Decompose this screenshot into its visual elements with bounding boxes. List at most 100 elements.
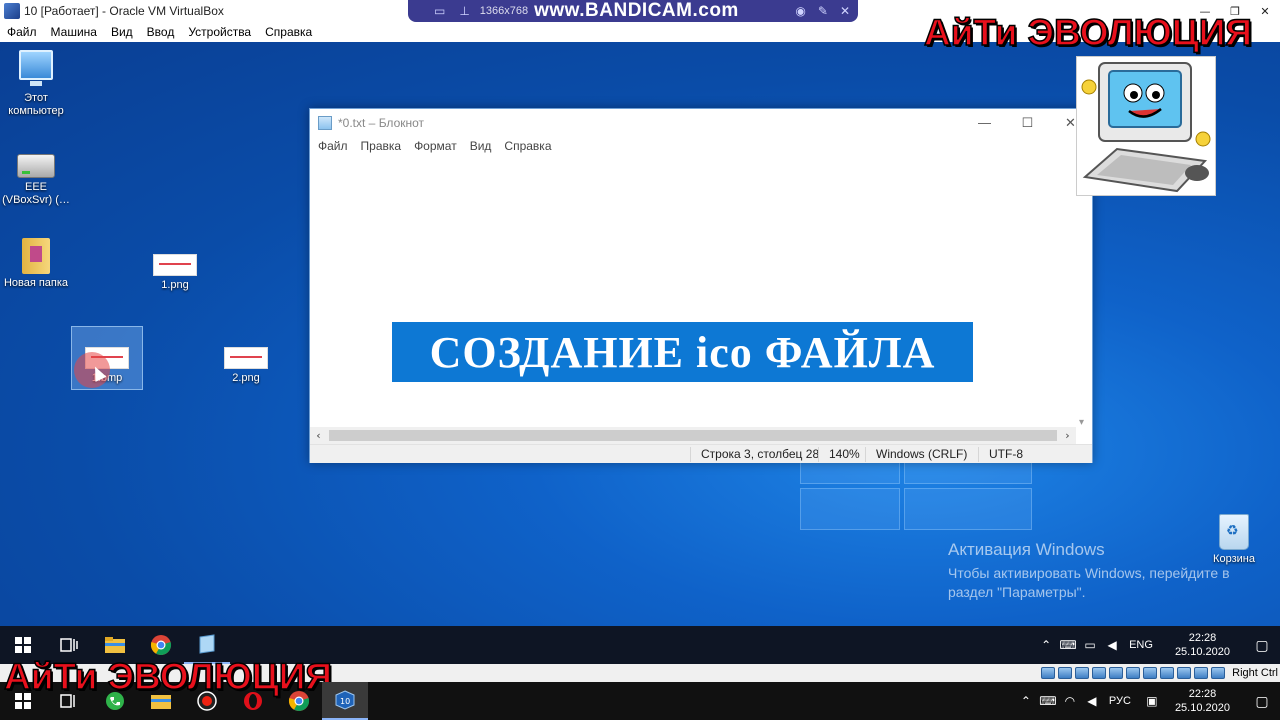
volume-icon[interactable]: ◀ <box>1101 638 1123 652</box>
notepad-titlebar[interactable]: *0.txt – Блокнот — ☐ ✕ <box>310 109 1092 136</box>
svg-text:10: 10 <box>340 697 350 706</box>
pencil-icon[interactable]: ✎ <box>818 4 828 18</box>
activation-text: Чтобы активировать Windows, перейдите в … <box>948 565 1230 600</box>
vbox-menu-help[interactable]: Справка <box>258 25 319 39</box>
vbox-menu-devices[interactable]: Устройства <box>181 25 258 39</box>
channel-brand-top: АйТи ЭВОЛЮЦИЯ <box>923 11 1253 54</box>
host-taskbar-task-view[interactable] <box>46 682 92 720</box>
camera-icon[interactable]: ◉ <box>795 4 805 18</box>
screen-icon[interactable]: ▭ <box>434 4 445 18</box>
optical-drive-status-icon[interactable] <box>1058 667 1073 679</box>
clock-time: 22:28 <box>1188 632 1217 644</box>
vbox-menu-view[interactable]: Вид <box>104 25 140 39</box>
show-hidden-icons-icon[interactable]: ⌃ <box>1015 694 1037 708</box>
close-icon[interactable]: ✕ <box>840 4 850 18</box>
status-zoom: 140% <box>818 447 860 462</box>
display-status-icon[interactable] <box>1143 667 1158 679</box>
image-file-icon <box>153 254 197 276</box>
status-encoding: UTF-8 <box>978 447 1023 462</box>
virtualbox-icon: 10 <box>335 690 355 710</box>
status-cursor-position: Строка 3, столбец 28 <box>690 447 819 462</box>
vbox-menu-file[interactable]: Файл <box>0 25 44 39</box>
host-input-language-indicator[interactable]: РУС <box>1109 695 1131 707</box>
desktop-icon-new-folder[interactable]: Новая папка <box>0 238 72 290</box>
notepad-statusbar: Строка 3, столбец 28 140% Windows (CRLF)… <box>310 444 1092 463</box>
vbox-menu-input[interactable]: Ввод <box>140 25 182 39</box>
notepad-menubar: Файл Правка Формат Вид Справка <box>310 136 1092 156</box>
close-button[interactable]: ✕ <box>1250 0 1280 22</box>
host-start-button[interactable] <box>0 682 46 720</box>
vbox-menu-machine[interactable]: Машина <box>44 25 104 39</box>
host-taskbar-virtualbox[interactable]: 10 <box>322 682 368 720</box>
virtualbox-icon <box>4 3 20 19</box>
host-key-label: Right Ctrl <box>1232 667 1278 679</box>
vbox-window-title: 10 [Работает] - Oracle VM VirtualBox <box>24 4 224 18</box>
notepad-maximize-button[interactable]: ☐ <box>1006 115 1049 131</box>
recording-status-icon[interactable] <box>1160 667 1175 679</box>
network-status-icon[interactable] <box>1092 667 1107 679</box>
input-language-indicator[interactable]: ENG <box>1129 639 1153 651</box>
mouse-integration-status-icon[interactable] <box>1194 667 1209 679</box>
desktop-icon-this-pc[interactable]: Этот компьютер <box>0 50 72 118</box>
notepad-content-heading: СОЗДАНИЕ ico ФАЙЛА <box>429 327 936 377</box>
network-drive-icon <box>17 154 55 178</box>
volume-icon[interactable]: ◀ <box>1081 694 1103 708</box>
scroll-right-icon[interactable]: › <box>1059 429 1076 442</box>
cpu-status-icon[interactable] <box>1177 667 1192 679</box>
guest-system-tray: ⌃ ⌨ ▭ ◀ ENG 22:28 25.10.2020 ▢ <box>1035 626 1280 664</box>
windows-activation-watermark: Активация Windows Чтобы активировать Win… <box>948 540 1238 602</box>
notifications-icon[interactable]: ▢ <box>1244 693 1280 710</box>
opera-icon <box>244 692 262 710</box>
folder-icon <box>22 238 50 274</box>
computer-mascot-logo <box>1076 56 1216 196</box>
clock-date: 25.10.2020 <box>1174 702 1230 714</box>
network-icon[interactable]: ▭ <box>1079 638 1101 652</box>
scrollbar-thumb[interactable] <box>329 430 1057 441</box>
scroll-left-icon[interactable]: ‹ <box>310 429 327 442</box>
file-explorer-icon <box>105 637 125 653</box>
notepad-text-area[interactable]: СОЗДАНИЕ ico ФАЙЛА <box>310 156 1076 428</box>
hdd-status-icon[interactable] <box>1041 667 1056 679</box>
task-view-icon <box>60 638 78 652</box>
keyboard-icon[interactable]: ⌨ <box>1057 638 1079 652</box>
pin-icon[interactable]: ⊥ <box>459 4 469 18</box>
guest-clock[interactable]: 22:28 25.10.2020 <box>1175 631 1230 659</box>
host-clock[interactable]: 22:28 25.10.2020 <box>1175 687 1230 715</box>
app-tray-icon[interactable]: ▣ <box>1141 694 1163 708</box>
keyboard-status-icon[interactable] <box>1211 667 1226 679</box>
status-line-endings: Windows (CRLF) <box>865 447 967 462</box>
notepad-menu-edit[interactable]: Правка <box>356 139 407 153</box>
notepad-window: *0.txt – Блокнот — ☐ ✕ Файл Правка Форма… <box>309 108 1093 463</box>
chrome-icon <box>288 691 310 711</box>
computer-icon <box>19 50 53 86</box>
host-taskbar-opera[interactable] <box>230 682 276 720</box>
desktop-icon-label: 1.png <box>161 279 189 291</box>
bandicam-toolbar: ▭ ⊥ 1366x768 www.BANDICAM.com ◉ ✎ ✕ <box>408 0 858 22</box>
desktop-icon-label: 2.png <box>232 372 260 384</box>
desktop-icon-2-png[interactable]: 2.png <box>210 347 282 385</box>
host-taskbar-bandicam[interactable] <box>184 682 230 720</box>
host-taskbar-file-explorer[interactable] <box>138 682 184 720</box>
scroll-down-icon[interactable]: ▾ <box>1079 417 1084 428</box>
notepad-minimize-button[interactable]: — <box>963 115 1006 131</box>
notepad-menu-help[interactable]: Справка <box>499 139 556 153</box>
notepad-menu-file[interactable]: Файл <box>313 139 353 153</box>
host-taskbar-phone[interactable] <box>92 682 138 720</box>
desktop-icon-network-drive[interactable]: EEE (VBoxSvr) (… <box>0 154 72 207</box>
phone-icon <box>106 692 124 710</box>
desktop-icon-1-png[interactable]: 1.png <box>139 254 211 292</box>
chrome-icon <box>150 635 172 655</box>
show-hidden-icons-icon[interactable]: ⌃ <box>1035 638 1057 652</box>
notepad-menu-format[interactable]: Формат <box>409 139 462 153</box>
notepad-menu-view[interactable]: Вид <box>465 139 497 153</box>
usb-status-icon[interactable] <box>1109 667 1124 679</box>
notepad-horizontal-scrollbar[interactable]: ‹ › <box>310 427 1076 444</box>
host-taskbar-chrome[interactable] <box>276 682 322 720</box>
shared-folders-status-icon[interactable] <box>1126 667 1141 679</box>
audio-status-icon[interactable] <box>1075 667 1090 679</box>
wifi-icon[interactable]: ◠ <box>1059 694 1081 708</box>
bandicam-icon <box>197 691 217 711</box>
clock-time: 22:28 <box>1188 688 1217 700</box>
notifications-icon[interactable]: ▢ <box>1244 637 1280 654</box>
keyboard-icon[interactable]: ⌨ <box>1037 694 1059 708</box>
